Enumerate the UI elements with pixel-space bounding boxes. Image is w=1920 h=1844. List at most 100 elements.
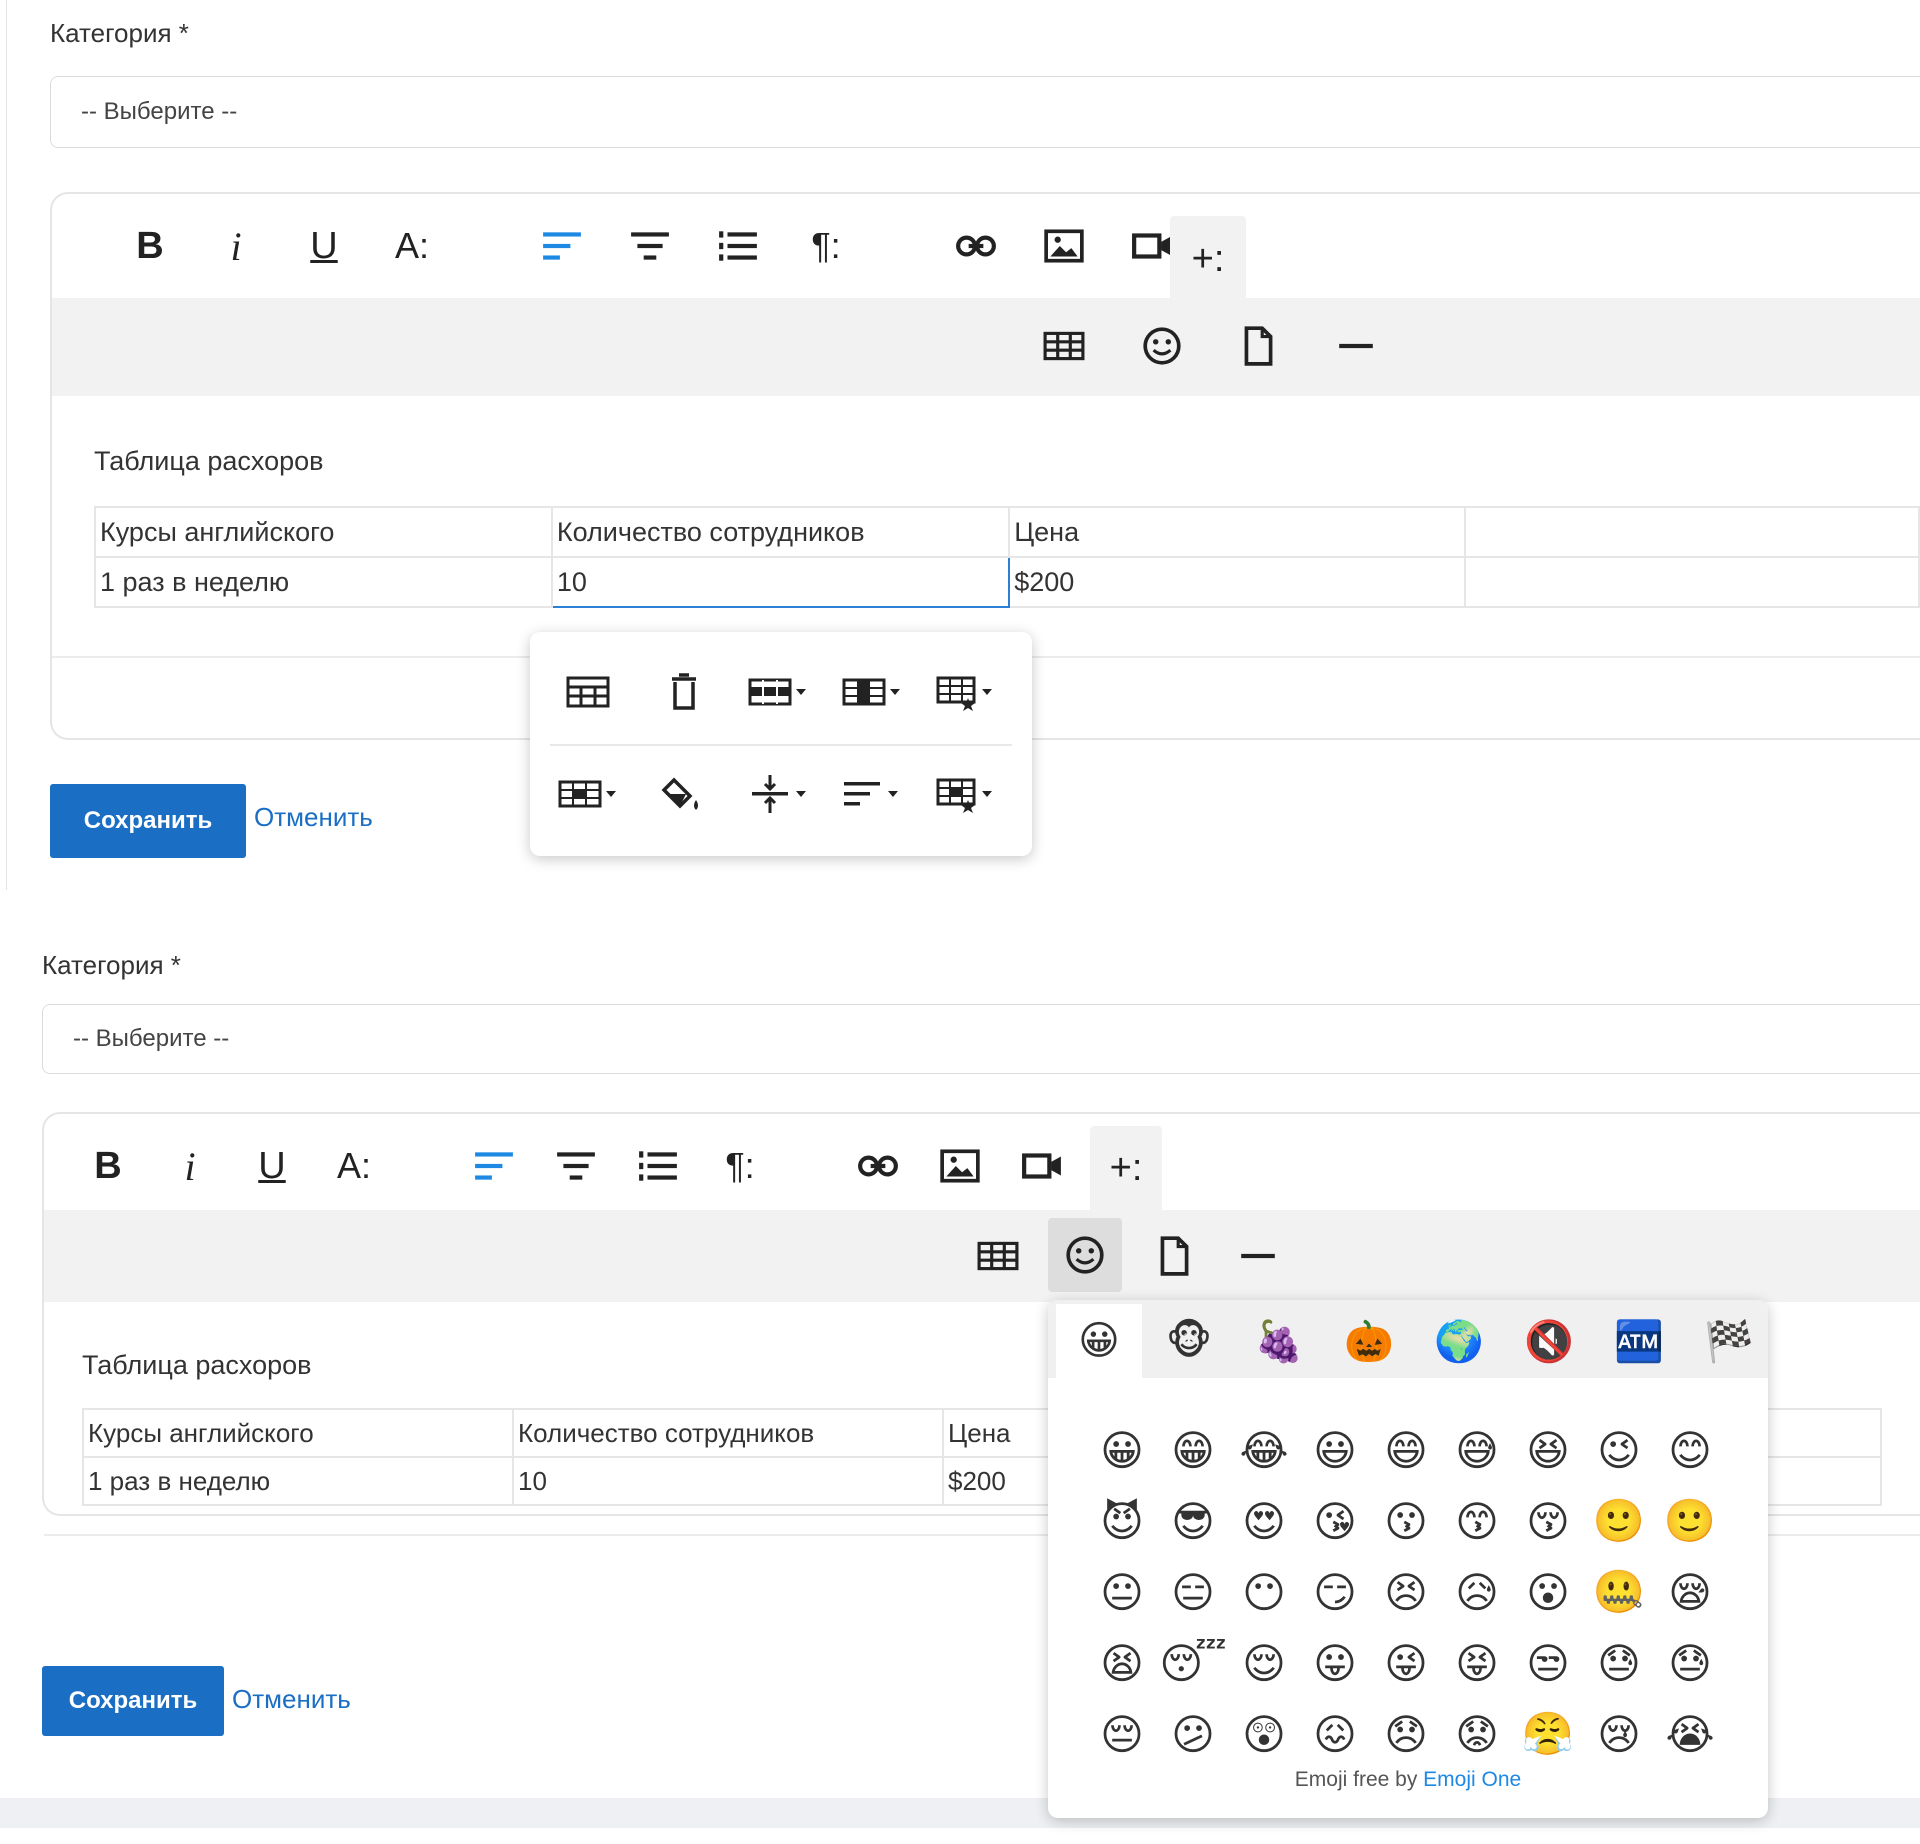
table-columns-dropdown[interactable] xyxy=(832,662,912,722)
table-cell[interactable]: Курсы английского xyxy=(94,506,553,558)
emoji-cell[interactable]: 😒 xyxy=(1516,1631,1580,1695)
table-style-dropdown[interactable] xyxy=(926,662,1006,722)
save-button[interactable]: Сохранить xyxy=(42,1666,224,1736)
insert-table-button[interactable] xyxy=(1036,318,1092,374)
align-left-button[interactable] xyxy=(534,218,590,274)
emoji-cell[interactable]: 😘 xyxy=(1303,1489,1367,1553)
emoji-cell[interactable]: 😕 xyxy=(1161,1702,1225,1766)
emoji-cell[interactable]: 😁 xyxy=(1161,1418,1225,1482)
cancel-link[interactable]: Отменить xyxy=(232,1684,351,1715)
emoji-cell[interactable]: 😊 xyxy=(1658,1418,1722,1482)
emoji-cell[interactable]: 😢 xyxy=(1587,1702,1651,1766)
bold-button[interactable]: B xyxy=(80,1138,136,1194)
emoji-cell[interactable]: 😑 xyxy=(1161,1560,1225,1624)
table-cell[interactable] xyxy=(1464,506,1920,558)
font-size-button[interactable]: A: xyxy=(326,1138,382,1194)
insert-link-button[interactable] xyxy=(948,218,1004,274)
insert-link-button[interactable] xyxy=(850,1138,906,1194)
insert-horizontal-line-button[interactable] xyxy=(1328,318,1384,374)
emoji-cell[interactable]: 🤐 xyxy=(1587,1560,1651,1624)
emoji-category-activities[interactable]: 🎃 xyxy=(1326,1304,1412,1378)
emoji-cell[interactable]: 😭 xyxy=(1658,1702,1722,1766)
delete-table-button[interactable] xyxy=(644,662,724,722)
save-button[interactable]: Сохранить xyxy=(50,784,246,858)
ordered-list-button[interactable] xyxy=(710,218,766,274)
emoji-cell[interactable]: 😅 xyxy=(1445,1418,1509,1482)
emoji-category-animals[interactable]: 🐵 xyxy=(1146,1304,1232,1378)
emoji-category-objects[interactable]: 🔇 xyxy=(1506,1304,1592,1378)
emoji-cell[interactable]: 😗 xyxy=(1374,1489,1438,1553)
emoji-cell[interactable]: 😴 xyxy=(1159,1631,1226,1695)
insert-image-button[interactable] xyxy=(1036,218,1092,274)
insert-table-button[interactable] xyxy=(970,1228,1026,1284)
bold-button[interactable]: B xyxy=(122,218,178,274)
emoji-cell[interactable]: 😃 xyxy=(1303,1418,1367,1482)
insert-video-button[interactable] xyxy=(1014,1138,1070,1194)
emoji-cell[interactable]: 🙂 xyxy=(1658,1489,1722,1553)
emoji-cell[interactable]: 😚 xyxy=(1516,1489,1580,1553)
more-options-button[interactable]: +: xyxy=(1090,1126,1162,1210)
category-select[interactable]: -- Выберите -- xyxy=(42,1004,1920,1074)
more-options-button[interactable]: +: xyxy=(1170,216,1246,302)
emoji-cell[interactable]: 😶 xyxy=(1232,1560,1296,1624)
table-rows-dropdown[interactable] xyxy=(738,662,818,722)
emoji-cell[interactable]: 😝 xyxy=(1445,1631,1509,1695)
emoji-cell[interactable]: 😙 xyxy=(1445,1489,1509,1553)
emoji-cell[interactable]: 😐 xyxy=(1090,1560,1154,1624)
align-center-button[interactable] xyxy=(548,1138,604,1194)
insert-file-button[interactable] xyxy=(1146,1228,1202,1284)
insert-image-button[interactable] xyxy=(932,1138,988,1194)
emoji-cell[interactable]: 😖 xyxy=(1303,1702,1367,1766)
emoji-cell[interactable]: 😪 xyxy=(1658,1560,1722,1624)
table-cell[interactable]: $200 xyxy=(1008,556,1467,608)
insert-file-button[interactable] xyxy=(1230,318,1286,374)
table-cell[interactable]: 10 xyxy=(512,1456,944,1506)
emoji-cell[interactable]: 😏 xyxy=(1303,1560,1367,1624)
emoji-cell[interactable]: 😄 xyxy=(1374,1418,1438,1482)
table-cell[interactable]: Курсы английского xyxy=(82,1408,514,1458)
emoji-cell[interactable]: 😣 xyxy=(1374,1560,1438,1624)
paragraph-format-button[interactable]: ¶: xyxy=(798,218,854,274)
font-size-button[interactable]: A: xyxy=(384,218,440,274)
align-left-button[interactable] xyxy=(466,1138,522,1194)
emoji-cell[interactable]: 😤 xyxy=(1516,1702,1580,1766)
emoji-cell[interactable]: 🙂 xyxy=(1587,1489,1651,1553)
emoji-cell[interactable]: 😞 xyxy=(1374,1702,1438,1766)
emoji-cell[interactable]: 😆 xyxy=(1516,1418,1580,1482)
emoji-cell[interactable]: 😫 xyxy=(1090,1631,1154,1695)
table-cell[interactable] xyxy=(1464,556,1920,608)
emoji-cell[interactable]: 😈 xyxy=(1090,1489,1154,1553)
emoji-one-link[interactable]: Emoji One xyxy=(1423,1768,1521,1791)
table-cell[interactable]: Цена xyxy=(1008,506,1467,558)
emoji-category-flags[interactable]: 🏁 xyxy=(1686,1304,1772,1378)
horizontal-align-dropdown[interactable] xyxy=(832,764,912,824)
table-cells-dropdown[interactable] xyxy=(548,764,628,824)
emoji-cell[interactable]: 😂 xyxy=(1232,1418,1296,1482)
emoji-cell[interactable]: 😛 xyxy=(1303,1631,1367,1695)
cancel-link[interactable]: Отменить xyxy=(254,802,373,833)
underline-button[interactable]: U xyxy=(296,218,352,274)
table-cell[interactable]: 1 раз в неделю xyxy=(94,556,553,608)
emoji-category-food[interactable]: 🍇 xyxy=(1236,1304,1322,1378)
vertical-align-dropdown[interactable] xyxy=(738,764,818,824)
insert-horizontal-line-button[interactable] xyxy=(1230,1228,1286,1284)
emoji-cell[interactable]: 😜 xyxy=(1374,1631,1438,1695)
emoji-cell[interactable]: 😎 xyxy=(1161,1489,1225,1553)
table-cell-selected[interactable]: 10 xyxy=(550,556,1011,608)
cell-background-button[interactable] xyxy=(644,764,724,824)
table-cell[interactable]: Количество сотрудников xyxy=(550,506,1011,558)
emoji-cell[interactable]: 😔 xyxy=(1090,1702,1154,1766)
insert-emoji-button[interactable] xyxy=(1134,318,1190,374)
emoji-cell[interactable]: 😉 xyxy=(1587,1418,1651,1482)
emoji-cell[interactable]: 😟 xyxy=(1445,1702,1509,1766)
emoji-cell[interactable]: 😍 xyxy=(1232,1489,1296,1553)
ordered-list-button[interactable] xyxy=(630,1138,686,1194)
table-cell[interactable]: Количество сотрудников xyxy=(512,1408,944,1458)
emoji-cell[interactable]: 😲 xyxy=(1232,1702,1296,1766)
emoji-cell[interactable]: 😮 xyxy=(1516,1560,1580,1624)
underline-button[interactable]: U xyxy=(244,1138,300,1194)
emoji-cell[interactable]: 😓 xyxy=(1658,1631,1722,1695)
emoji-cell[interactable]: 😌 xyxy=(1232,1631,1296,1695)
insert-emoji-button-active[interactable] xyxy=(1048,1218,1122,1292)
align-center-button[interactable] xyxy=(622,218,678,274)
